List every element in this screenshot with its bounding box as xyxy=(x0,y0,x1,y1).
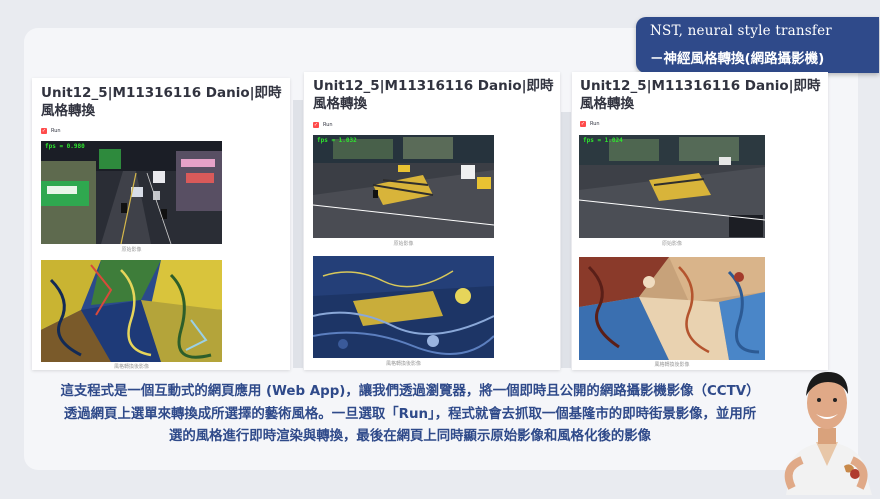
run-checkbox[interactable]: ✓ xyxy=(580,121,586,127)
run-checkbox-row[interactable]: ✓ Run xyxy=(313,122,333,128)
fps-readout: fps = 0.980 xyxy=(45,143,85,150)
app-screenshot-panel-3: Unit12_5|M11316116 Danio|即時風格轉換 ✓ Run fp… xyxy=(572,72,828,370)
slide-body-text: 這支程式是一個互動式的網頁應用 (Web App)，讓我們透過瀏覽器，將一個即時… xyxy=(60,384,760,444)
styled-caption: 風格轉換後影像 xyxy=(113,364,149,370)
styled-caption: 風格轉換後影像 xyxy=(385,361,421,367)
run-checkbox[interactable]: ✓ xyxy=(313,122,319,128)
panel-divider xyxy=(561,112,571,368)
fps-readout: fps = 1.024 xyxy=(583,137,623,144)
app-screenshot-panel-2: Unit12_5|M11316116 Danio|即時風格轉換 ✓ Run fp… xyxy=(304,72,560,370)
styled-image xyxy=(313,256,494,358)
app-title: Unit12_5|M11316116 Danio|即時風格轉換 xyxy=(580,78,821,112)
slide-title-box: NST, neural style transfer －神經風格轉換(網路攝影機… xyxy=(636,17,879,73)
fps-readout: fps = 1.032 xyxy=(317,137,357,144)
styled-caption: 風格轉換後影像 xyxy=(654,362,690,368)
original-caption: 原始影像 xyxy=(393,241,414,247)
slide-title: NST, neural style transfer xyxy=(650,23,832,39)
panel-divider xyxy=(293,100,303,368)
original-caption: 原始影像 xyxy=(121,247,142,253)
run-label: Run xyxy=(51,128,61,134)
run-label: Run xyxy=(323,122,333,128)
run-checkbox[interactable]: ✓ xyxy=(41,128,47,134)
run-label: Run xyxy=(590,121,600,127)
run-checkbox-row[interactable]: ✓ Run xyxy=(580,121,600,127)
app-screenshot-panel-1: Unit12_5|M11316116 Danio|即時風格轉換 ✓ Run fp… xyxy=(32,78,290,370)
original-caption: 原始影像 xyxy=(661,241,682,247)
original-image: fps = 1.024 xyxy=(579,135,765,238)
original-image: fps = 0.980 xyxy=(41,141,222,244)
app-title: Unit12_5|M11316116 Danio|即時風格轉換 xyxy=(313,78,554,112)
app-title: Unit12_5|M11316116 Danio|即時風格轉換 xyxy=(41,85,282,119)
original-image: fps = 1.032 xyxy=(313,135,494,238)
run-checkbox-row[interactable]: ✓ Run xyxy=(41,128,61,134)
styled-image xyxy=(579,257,765,360)
slide-subtitle: －神經風格轉換(網路攝影機) xyxy=(650,51,825,67)
styled-image xyxy=(41,260,222,362)
presenter-photo xyxy=(772,348,880,495)
